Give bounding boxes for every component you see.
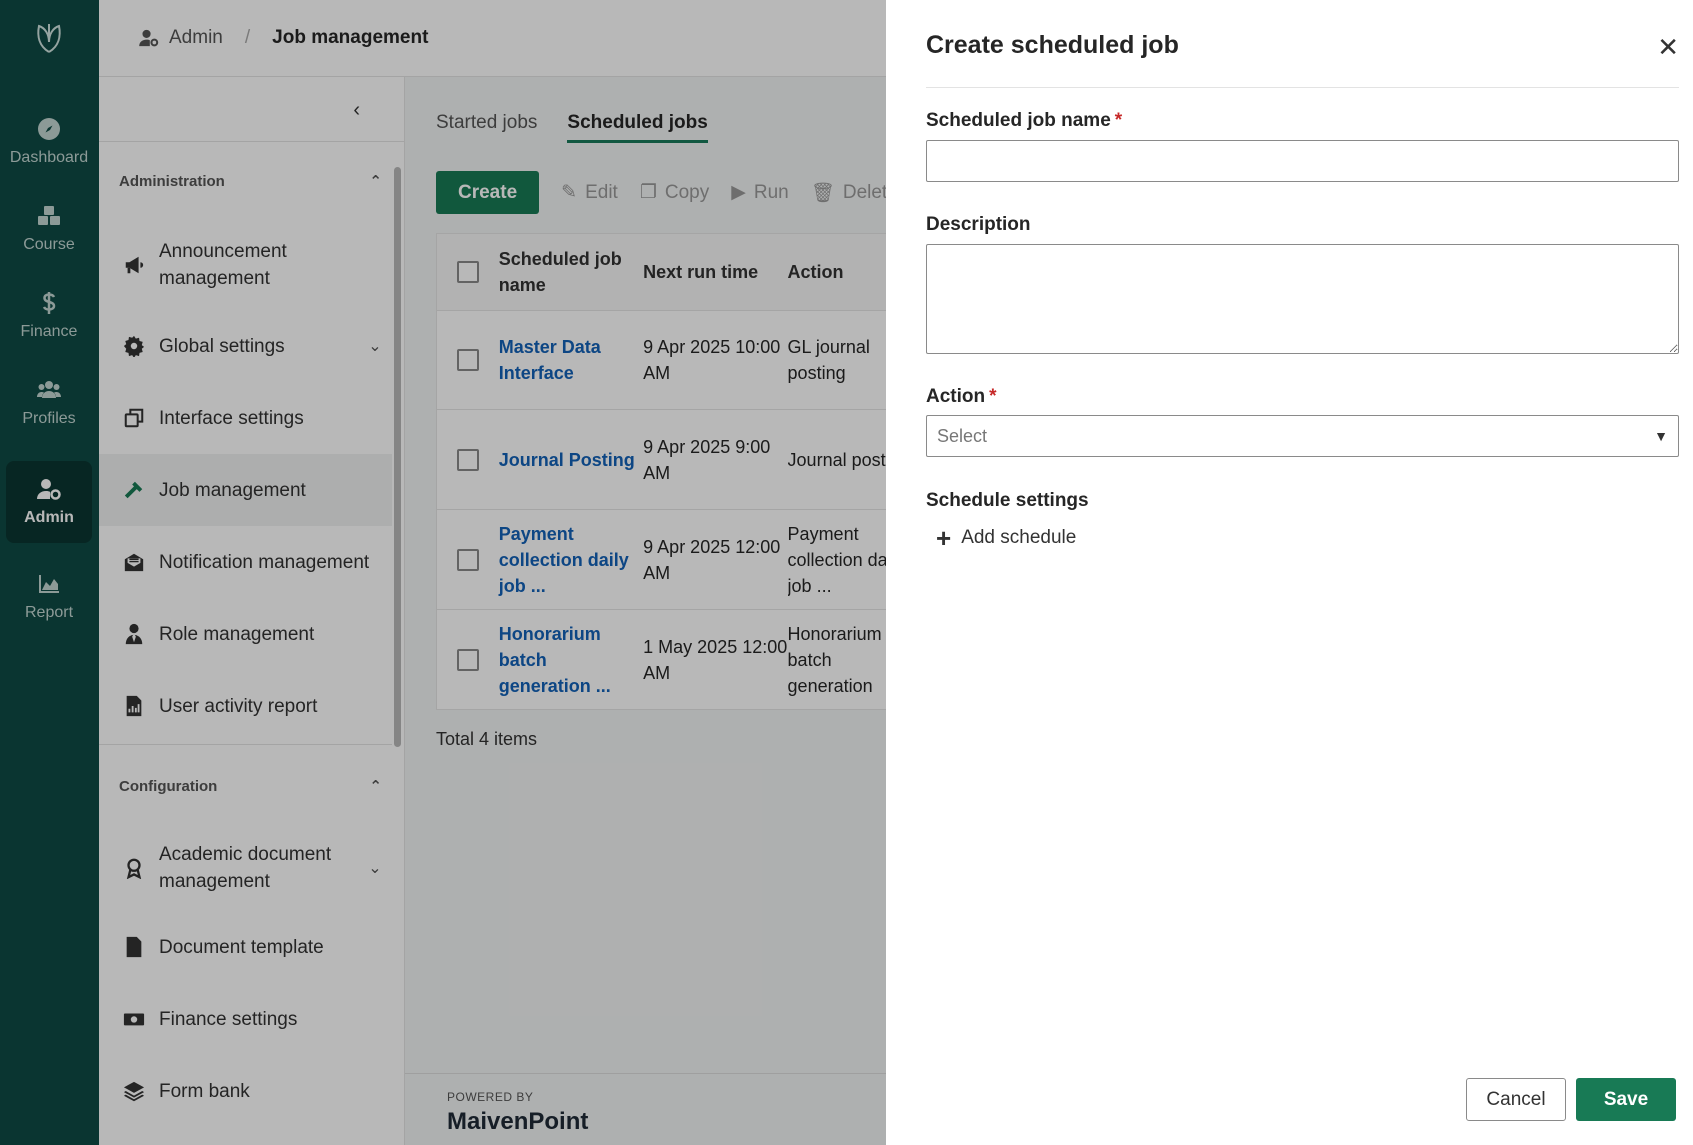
- modal-overlay[interactable]: [0, 0, 886, 1145]
- create-scheduled-job-panel: Create scheduled job ✕ Scheduled job nam…: [886, 0, 1693, 1145]
- cancel-button[interactable]: Cancel: [1466, 1078, 1566, 1121]
- add-schedule-label: Add schedule: [961, 527, 1077, 548]
- required-marker: *: [1114, 110, 1123, 131]
- action-select-placeholder: Select: [937, 425, 988, 446]
- panel-title: Create scheduled job: [926, 31, 1179, 59]
- close-icon[interactable]: ✕: [1657, 32, 1679, 63]
- job-name-input[interactable]: [926, 140, 1679, 182]
- action-select[interactable]: Select ▼: [926, 415, 1679, 457]
- job-name-label: Scheduled job name *: [926, 110, 1122, 132]
- plus-icon: +: [936, 523, 952, 553]
- job-name-label-text: Scheduled job name: [926, 110, 1111, 131]
- description-label: Description: [926, 214, 1031, 235]
- description-textarea[interactable]: [926, 244, 1679, 354]
- action-label: Action *: [926, 386, 997, 408]
- caret-down-icon: ▼: [1654, 428, 1668, 444]
- add-schedule-button[interactable]: + Add schedule: [936, 525, 1076, 551]
- schedule-settings-label: Schedule settings: [926, 490, 1089, 511]
- save-button[interactable]: Save: [1576, 1078, 1676, 1121]
- panel-header-divider: [926, 87, 1679, 88]
- action-label-text: Action: [926, 386, 986, 407]
- required-marker: *: [989, 386, 997, 407]
